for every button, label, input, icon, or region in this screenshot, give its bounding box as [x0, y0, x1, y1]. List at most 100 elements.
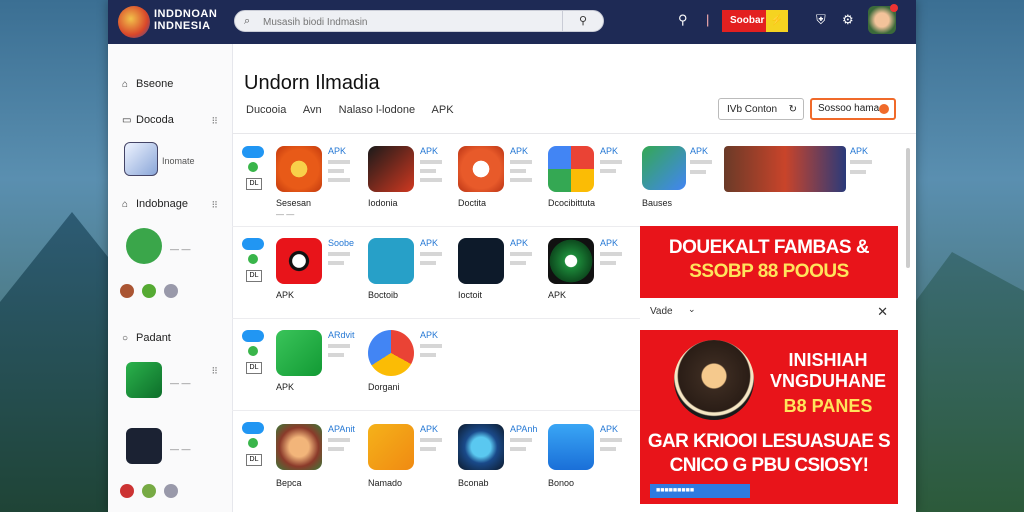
mini-avatar[interactable]	[164, 484, 178, 498]
brand-name[interactable]: INDDNOAN INDNESIA	[154, 8, 217, 32]
app-name[interactable]: Iodonia	[368, 198, 398, 208]
app-meta: — —	[276, 210, 295, 219]
app-name[interactable]: Ioctoit	[458, 290, 482, 300]
sidebar-item-images[interactable]: ⌂ Indobnage	[122, 198, 188, 210]
app-name[interactable]: APK	[276, 382, 294, 392]
apk-label: APK	[600, 146, 619, 156]
mini-avatar[interactable]	[120, 284, 134, 298]
app-tile[interactable]	[368, 238, 414, 284]
app-name[interactable]: Bepca	[276, 478, 302, 488]
app-tile[interactable]	[276, 424, 322, 470]
app-name[interactable]: Dcocibittuta	[548, 198, 595, 208]
app-row: DL APK Sesesan — — APK Iodonia APK Docti…	[232, 136, 640, 227]
sort-dropdown[interactable]: IVb Conton ↻	[718, 98, 804, 120]
apk-label: APK	[850, 146, 869, 156]
ad-banner-top[interactable]: DOUEKALT FAMBAS & SSOBP 88 POOUS	[640, 226, 898, 298]
placeholder-text: — —	[170, 444, 191, 454]
app-tile[interactable]	[368, 146, 414, 192]
search-bar: ⌕ ⚲	[234, 10, 604, 32]
bear-mascot-image	[674, 340, 754, 420]
box-icon: ▭	[122, 115, 132, 126]
apk-label: Soobe	[328, 238, 355, 248]
app-tile[interactable]	[276, 146, 322, 192]
game-banner-thumbnail[interactable]	[724, 146, 846, 192]
app-tile[interactable]	[548, 146, 594, 192]
app-name[interactable]: APK	[548, 290, 566, 300]
app-name[interactable]: Boctoib	[368, 290, 398, 300]
close-icon[interactable]: ✕	[877, 304, 888, 320]
chevron-down-icon[interactable]: ⌄	[688, 304, 696, 315]
placeholder-text: — —	[170, 378, 191, 388]
app-tile[interactable]	[548, 238, 594, 284]
ad-label: Vade	[650, 306, 673, 317]
app-name[interactable]: Doctita	[458, 198, 486, 208]
app-icon-dark[interactable]	[126, 428, 162, 464]
ad-body: GAR KRIOOI LESUASUAE S CNICO G PBU CSIOS…	[647, 431, 891, 476]
search-input[interactable]	[261, 13, 565, 31]
page-title: Undorn Ilmadia	[244, 72, 380, 94]
circle-icon: ○	[122, 333, 129, 344]
tab-item[interactable]: Avn	[303, 104, 322, 116]
ad-cta-button[interactable]: ■■■■■■■■■	[650, 484, 750, 498]
divider	[232, 133, 916, 134]
background-mountain-left	[0, 212, 120, 512]
shield-icon[interactable]: ⛨	[816, 12, 826, 28]
more-icon[interactable]: ⠿	[211, 200, 218, 211]
sidebar-item-product[interactable]: ○ Padant	[122, 332, 171, 344]
app-tile[interactable]	[276, 330, 322, 376]
more-icon[interactable]: ⠿	[211, 366, 218, 377]
app-tile[interactable]	[276, 238, 322, 284]
app-tile[interactable]	[368, 424, 414, 470]
ad-label-bar: Vade ⌄ ✕	[640, 300, 898, 326]
apk-label: APK	[420, 330, 439, 340]
app-window: INDDNOAN INDNESIA ⌕ ⚲ ⚲ | Soobar ⚡ ⛨ ⚙ ⌂…	[108, 0, 916, 512]
settings-icon[interactable]: ⚙	[842, 12, 854, 28]
filter-button[interactable]: Sossoo hama	[810, 98, 896, 120]
app-name[interactable]: APK	[276, 290, 294, 300]
mini-avatar[interactable]	[142, 484, 156, 498]
ad-subtitle: B8 PANES	[783, 396, 873, 416]
user-avatar[interactable]	[868, 4, 898, 34]
apk-label: APK	[690, 146, 709, 156]
sidebar: ⌂ Bseone ▭ Docoda ⠿ Inomate ⌂ Indobnage ⠿ —…	[108, 44, 233, 512]
app-name[interactable]: Bonoo	[548, 478, 574, 488]
top-bar: INDDNOAN INDNESIA ⌕ ⚲ ⚲ | Soobar ⚡ ⛨ ⚙	[108, 0, 916, 44]
mini-avatar[interactable]	[142, 284, 156, 298]
apk-label: APK	[510, 238, 529, 248]
search-icon[interactable]: ⚲	[678, 12, 688, 28]
mini-avatar[interactable]	[120, 484, 134, 498]
mini-avatar[interactable]	[164, 284, 178, 298]
brand-logo[interactable]	[118, 6, 150, 38]
app-row: DL Soobe APK APK Boctoib APK Ioctoit APK…	[232, 228, 640, 319]
app-tile[interactable]	[642, 146, 686, 190]
app-tile[interactable]	[458, 146, 504, 192]
app-tile[interactable]	[548, 424, 594, 470]
apk-label: APK	[420, 424, 439, 434]
more-icon[interactable]: ⠿	[211, 116, 218, 127]
apk-label: ARdvit	[328, 330, 355, 340]
scrollbar[interactable]	[906, 148, 910, 268]
tab-item[interactable]: APK	[432, 104, 454, 116]
background-mountain-right	[904, 252, 1024, 512]
app-name[interactable]: Bconab	[458, 478, 489, 488]
app-icon-a[interactable]	[126, 362, 162, 398]
app-tile[interactable]	[458, 238, 504, 284]
search-button[interactable]: ⚲	[562, 11, 603, 31]
tab-bar: Ducooia Avn Nalaso l-lodone APK	[246, 104, 468, 116]
sidebar-item-downloads[interactable]: ▭ Docoda	[122, 114, 174, 126]
tab-item[interactable]: Nalaso l-lodone	[339, 104, 415, 116]
app-tile[interactable]	[458, 424, 504, 470]
promo-button[interactable]: Soobar ⚡	[722, 10, 788, 32]
ad-banner-main[interactable]: INISHIAH VNGDUHANE B8 PANES GAR KRIOOI L…	[640, 330, 898, 504]
app-icon-green[interactable]	[126, 228, 162, 264]
app-name[interactable]: Bauses	[642, 198, 672, 208]
app-name[interactable]: Dorgani	[368, 382, 400, 392]
app-tile[interactable]	[368, 330, 414, 376]
app-name[interactable]: Namado	[368, 478, 402, 488]
apk-label: APK	[420, 146, 439, 156]
notification-icon[interactable]: |	[706, 12, 709, 27]
tab-item[interactable]: Ducooia	[246, 104, 286, 116]
sidebar-item-home[interactable]: ⌂ Bseone	[122, 78, 173, 90]
app-name[interactable]: Sesesan	[276, 198, 311, 208]
placeholder-text: — —	[170, 244, 191, 254]
